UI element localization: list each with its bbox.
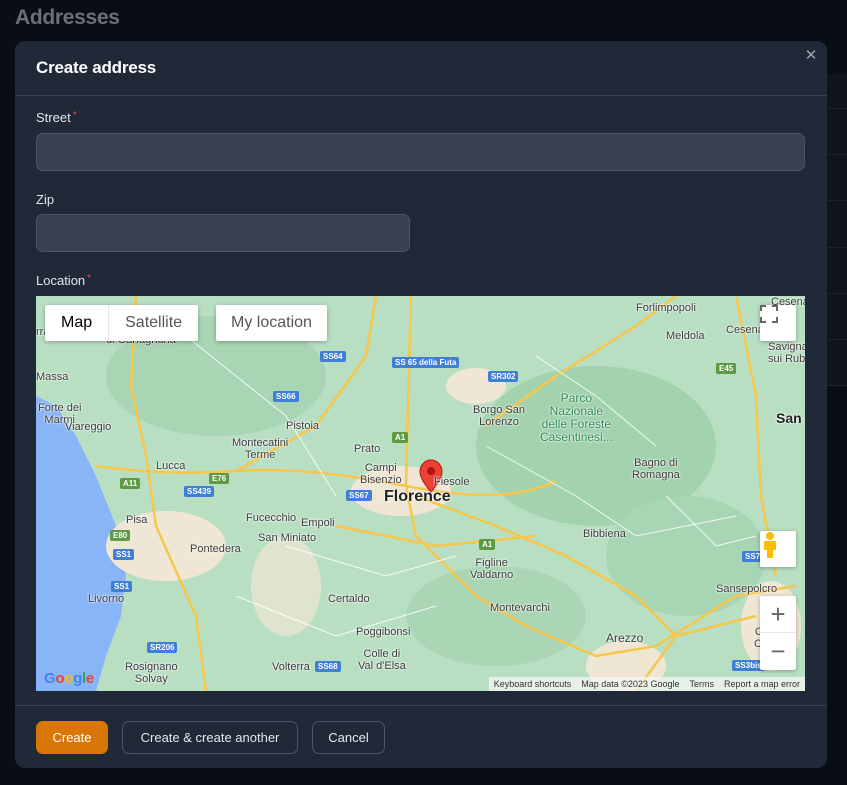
fullscreen-button[interactable]	[760, 305, 796, 341]
map-place-label: Savigna sui Rubi	[768, 341, 805, 365]
map-place-label: Meldola	[666, 330, 705, 342]
map-place-label: Volterra	[272, 661, 310, 673]
zip-label: Zip	[36, 192, 55, 207]
map-place-label: Figline Valdarno	[470, 557, 514, 581]
map-place-label: Prato	[354, 443, 381, 455]
map-place-label: Arezzo	[606, 631, 644, 645]
location-label: Location *	[36, 273, 91, 288]
required-mark: *	[72, 110, 77, 121]
terms-link[interactable]: Terms	[684, 679, 719, 689]
road-shield: SS68	[315, 661, 341, 672]
road-shield: A11	[120, 478, 141, 489]
road-shield: SS67	[346, 490, 372, 501]
road-shield: SR302	[488, 371, 519, 382]
create-another-button[interactable]: Create & create another	[122, 721, 298, 754]
map-place-label: Livorno	[88, 593, 125, 605]
map-place-label: Rosignano Solvay	[125, 661, 178, 685]
map-place-label: Bibbiena	[583, 528, 626, 540]
zoom-in-button[interactable]: +	[760, 597, 796, 633]
map-place-label: Pisa	[126, 514, 148, 526]
zip-input[interactable]	[36, 214, 410, 252]
map-place-label: Fiesole	[434, 476, 470, 488]
map-place-label: Campi Bisenzio	[360, 462, 402, 486]
road-shield: E45	[716, 363, 737, 374]
map-place-label: Bagno di Romagna	[632, 457, 680, 481]
map-place-label: Montecatini Terme	[232, 437, 289, 461]
map-place-label: Cesena	[726, 324, 764, 336]
location-label-text: Location	[36, 273, 86, 288]
road-shield: A1	[392, 432, 409, 443]
map-place-label: Forlimpopoli	[636, 302, 696, 314]
map-place-label: Lucca	[156, 460, 186, 472]
road-shield: SS1	[111, 581, 133, 592]
map-type-map-button[interactable]: Map	[45, 305, 109, 341]
road-shield: E76	[209, 473, 230, 484]
map-place-label: Pistoia	[286, 420, 320, 432]
map-place-label: Parco Nazionale delle Foreste Casentinesi..…	[540, 391, 613, 444]
map-place-label: San	[776, 410, 802, 426]
background-table	[827, 74, 847, 386]
modal-title: Create address	[36, 58, 157, 77]
map-place-label: Montevarchi	[490, 602, 550, 614]
map-type-satellite-button[interactable]: Satellite	[108, 305, 199, 341]
modal-header: Create address ✕	[15, 41, 827, 96]
street-label: Street *	[36, 110, 77, 125]
map-place-label: Colle di Val d'Elsa	[358, 648, 406, 672]
map-place-label: San Miniato	[258, 532, 317, 544]
report-error-link[interactable]: Report a map error	[719, 679, 805, 689]
google-logo: Google	[44, 670, 94, 687]
map-place-label: Empoli	[301, 517, 335, 529]
pegman-icon	[764, 532, 776, 558]
required-mark: *	[87, 273, 92, 284]
create-address-modal: Create address ✕ Street* Zip Location*	[15, 41, 827, 768]
street-input[interactable]	[36, 133, 805, 171]
my-location-button[interactable]: My location	[216, 305, 327, 341]
create-button[interactable]: Create	[36, 721, 108, 754]
map-place-label: Sansepolcro	[716, 583, 778, 595]
road-shield: A1	[479, 539, 496, 550]
road-shield: SS439	[184, 486, 215, 497]
road-shield: SS1	[113, 549, 135, 560]
cancel-button[interactable]: Cancel	[312, 721, 385, 754]
close-icon[interactable]: ✕	[803, 48, 819, 64]
map-place-label: Massa	[36, 371, 69, 383]
map-attribution: Keyboard shortcuts Map data ©2023 Google…	[488, 677, 805, 691]
map-place-label: Fucecchio	[246, 512, 297, 524]
keyboard-shortcuts-link[interactable]: Keyboard shortcuts	[489, 679, 577, 689]
map-place-label: Viareggio	[65, 421, 112, 433]
location-map[interactable]: Forlimpopoli Meldola Cesena Cesena Savig…	[36, 296, 805, 691]
zoom-out-button[interactable]: −	[760, 633, 796, 670]
fullscreen-icon	[760, 305, 778, 323]
map-place-label: Borgo San Lorenzo	[473, 404, 525, 428]
zoom-control: + −	[760, 596, 796, 670]
map-place-label: Poggibonsi	[356, 626, 411, 638]
map-place-label: Pontedera	[190, 543, 241, 555]
road-shield: SS64	[320, 351, 346, 362]
footer-divider	[15, 705, 827, 706]
pegman-button[interactable]	[760, 531, 796, 567]
map-data-text: Map data ©2023 Google	[581, 679, 680, 689]
page-title: Addresses	[15, 6, 120, 29]
map-type-control: Map Satellite	[45, 305, 199, 341]
marker-city-label: Florence	[384, 488, 451, 505]
road-shield: E80	[110, 530, 131, 541]
road-shield: SR206	[147, 642, 178, 653]
road-shield: SS66	[273, 391, 299, 402]
road-shield: SS 65 della Futa	[392, 357, 460, 368]
street-label-text: Street	[36, 110, 71, 125]
map-place-label: Certaldo	[328, 593, 370, 605]
